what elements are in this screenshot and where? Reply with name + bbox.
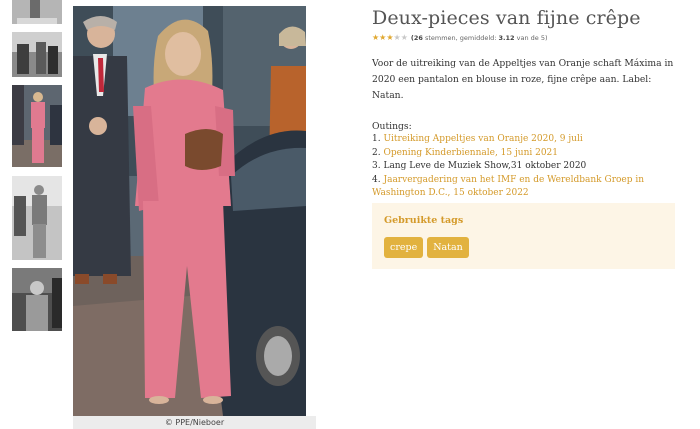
outing-item: 4. Jaarvergadering van het IMF en de Wer… (372, 174, 677, 201)
tag-crepe[interactable]: crepe (384, 237, 424, 258)
outings-list: 1. Uitreiking Appeltjes van Oranje 2020,… (372, 133, 677, 201)
star-empty-icon[interactable]: ★ (394, 34, 401, 42)
outings-heading: Outings: (372, 121, 412, 132)
rating-text: (26 stemmen, gemiddeld: 3.12 van de 5) (411, 34, 548, 42)
thumbnail-5[interactable] (12, 268, 62, 331)
star-filled-icon[interactable]: ★ (379, 34, 386, 42)
thumbnail-4[interactable] (12, 176, 62, 260)
rating-out-of: van de 5) (514, 34, 548, 42)
outing-number: 4. (372, 174, 381, 185)
rating-votes: (26 (410, 34, 423, 42)
main-photo[interactable] (73, 6, 306, 416)
rating-row: ★ ★ ★ ★ ★ (26 stemmen, gemiddeld: 3.12 v… (372, 33, 677, 43)
thumbnail-2[interactable] (12, 32, 62, 77)
outing-number: 1. (372, 134, 381, 144)
photo-credit: © PPE/Nieboer (73, 416, 316, 429)
article-description: Voor de uitreiking van de Appeltjes van … (372, 58, 674, 101)
star-filled-icon[interactable]: ★ (372, 34, 379, 42)
outing-number: 3. (372, 161, 381, 171)
outing-item: 2. Opening Kinderbiennale, 15 juni 2021 (372, 147, 677, 161)
tag-natan[interactable]: Natan (427, 237, 469, 258)
outing-link[interactable]: Uitreiking Appeltjes van Oranje 2020, 9 … (383, 134, 582, 144)
outing-number: 2. (372, 147, 381, 158)
star-empty-icon[interactable]: ★ (401, 34, 408, 42)
main-photo-container: © PPE/Nieboer (73, 6, 316, 429)
outing-item: 1. Uitreiking Appeltjes van Oranje 2020,… (372, 133, 677, 147)
rating-votes-label: stemmen, gemiddeld: (422, 34, 499, 42)
outing-item: 3. Lang Leve de Muziek Show,31 oktober 2… (372, 160, 677, 174)
article-content: Deux-pieces van fijne crêpe ★ ★ ★ ★ ★ (2… (372, 6, 677, 201)
outing-text: Lang Leve de Muziek Show,31 oktober 2020 (383, 161, 587, 171)
thumbnail-1[interactable] (12, 0, 62, 24)
page-title: Deux-pieces van fijne crêpe (372, 7, 641, 29)
tag-list: crepe Natan (384, 237, 663, 258)
thumbnail-3[interactable] (12, 85, 62, 167)
outing-link[interactable]: Opening Kinderbiennale, 15 juni 2021 (383, 148, 558, 158)
outing-link[interactable]: Jaarvergadering van het IMF en de Wereld… (372, 175, 644, 199)
rating-average: 3.12 (498, 34, 515, 42)
rating-stars[interactable]: ★ ★ ★ ★ ★ (372, 34, 408, 42)
tags-box: Gebruikte tags crepe Natan (372, 203, 675, 269)
tags-box-title: Gebruikte tags (384, 215, 464, 226)
star-filled-icon[interactable]: ★ (386, 34, 393, 42)
